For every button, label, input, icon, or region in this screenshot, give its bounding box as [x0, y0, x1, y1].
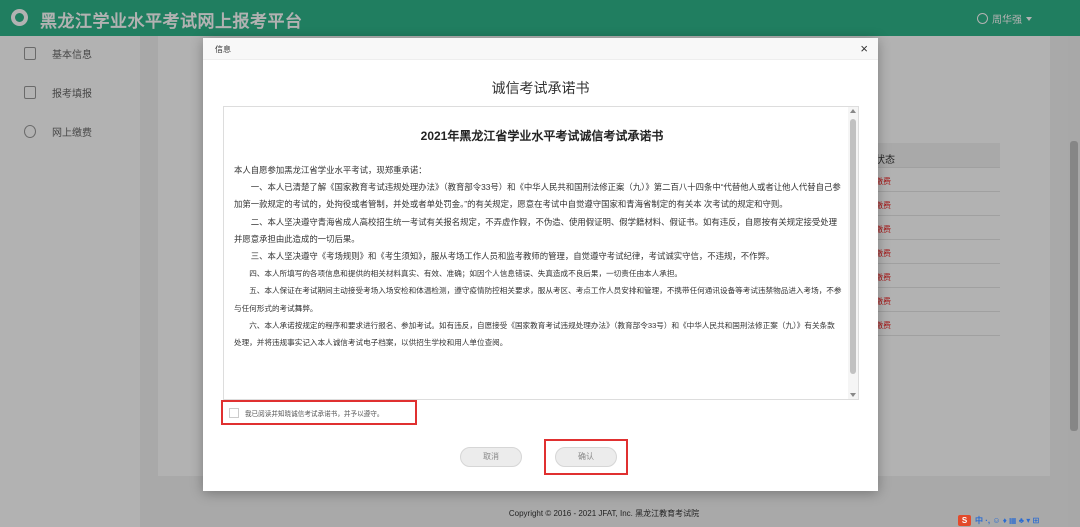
paragraph: 本人自愿参加黑龙江省学业水平考试，现郑重承诺： — [234, 165, 427, 175]
agree-checkbox-row[interactable]: 我已阅读并知晓诚信考试承诺书，并予以遵守。 — [221, 400, 417, 425]
pledge-document[interactable]: 2021年黑龙江省学业水平考试诚信考试承诺书 本人自愿参加黑龙江省学业水平考试，… — [223, 106, 859, 400]
paragraph: 四、本人所填写的各项信息和提供的相关材料真实、有效、准确；如因个人信息错误、失真… — [249, 269, 683, 279]
paragraph: 五、本人保证在考试期间主动接受考场入场安检和体温检测，遵守疫情防控相关要求，服从… — [234, 286, 842, 313]
paragraph: 一、本人已清楚了解《国家教育考试违规处理办法》（教育部令33号）和《中华人民共和… — [234, 182, 841, 210]
document-scrollbar[interactable] — [848, 107, 858, 399]
ime-toolbar[interactable]: S 中 ·, ☺ ♦ ▦ ♣ ▾ ⊞ — [958, 513, 1039, 527]
close-icon[interactable]: × — [860, 41, 868, 56]
document-body: 本人自愿参加黑龙江省学业水平考试，现郑重承诺： 一、本人已清楚了解《国家教育考试… — [234, 162, 842, 351]
pledge-dialog: 信息 × 诚信考试承诺书 2021年黑龙江省学业水平考试诚信考试承诺书 本人自愿… — [203, 38, 878, 491]
paragraph: 二、本人坚决遵守青海省成人高校招生统一考试有关报名规定，不弄虚作假，不伪造、使用… — [234, 216, 838, 244]
ime-logo-icon: S — [958, 514, 971, 526]
scroll-down-icon[interactable] — [850, 393, 856, 397]
document-title: 2021年黑龙江省学业水平考试诚信考试承诺书 — [420, 129, 664, 143]
dialog-header: 信息 × — [203, 38, 878, 60]
pledge-heading: 诚信考试承诺书 — [491, 80, 590, 96]
paragraph: 六、本人承诺按规定的程序和要求进行报名、参加考试。如有违反，自愿接受《国家教育考… — [234, 320, 835, 348]
agree-checkbox[interactable] — [229, 407, 239, 418]
dialog-title: 信息 — [215, 45, 231, 54]
agree-label[interactable]: 我已阅读并知晓诚信考试承诺书，并予以遵守。 — [245, 408, 383, 418]
confirm-button[interactable]: 确认 — [555, 447, 617, 467]
ime-status: 中 ·, ☺ ♦ ▦ ♣ ▾ ⊞ — [975, 515, 1040, 525]
document-scrollbar-thumb[interactable] — [850, 119, 856, 374]
scroll-up-icon[interactable] — [850, 109, 856, 113]
paragraph: 三、本人坚决遵守《考场规则》和《考生须知》，服从考场工作人员和监考教师的管理，自… — [250, 251, 775, 262]
cancel-button[interactable]: 取消 — [460, 447, 522, 467]
